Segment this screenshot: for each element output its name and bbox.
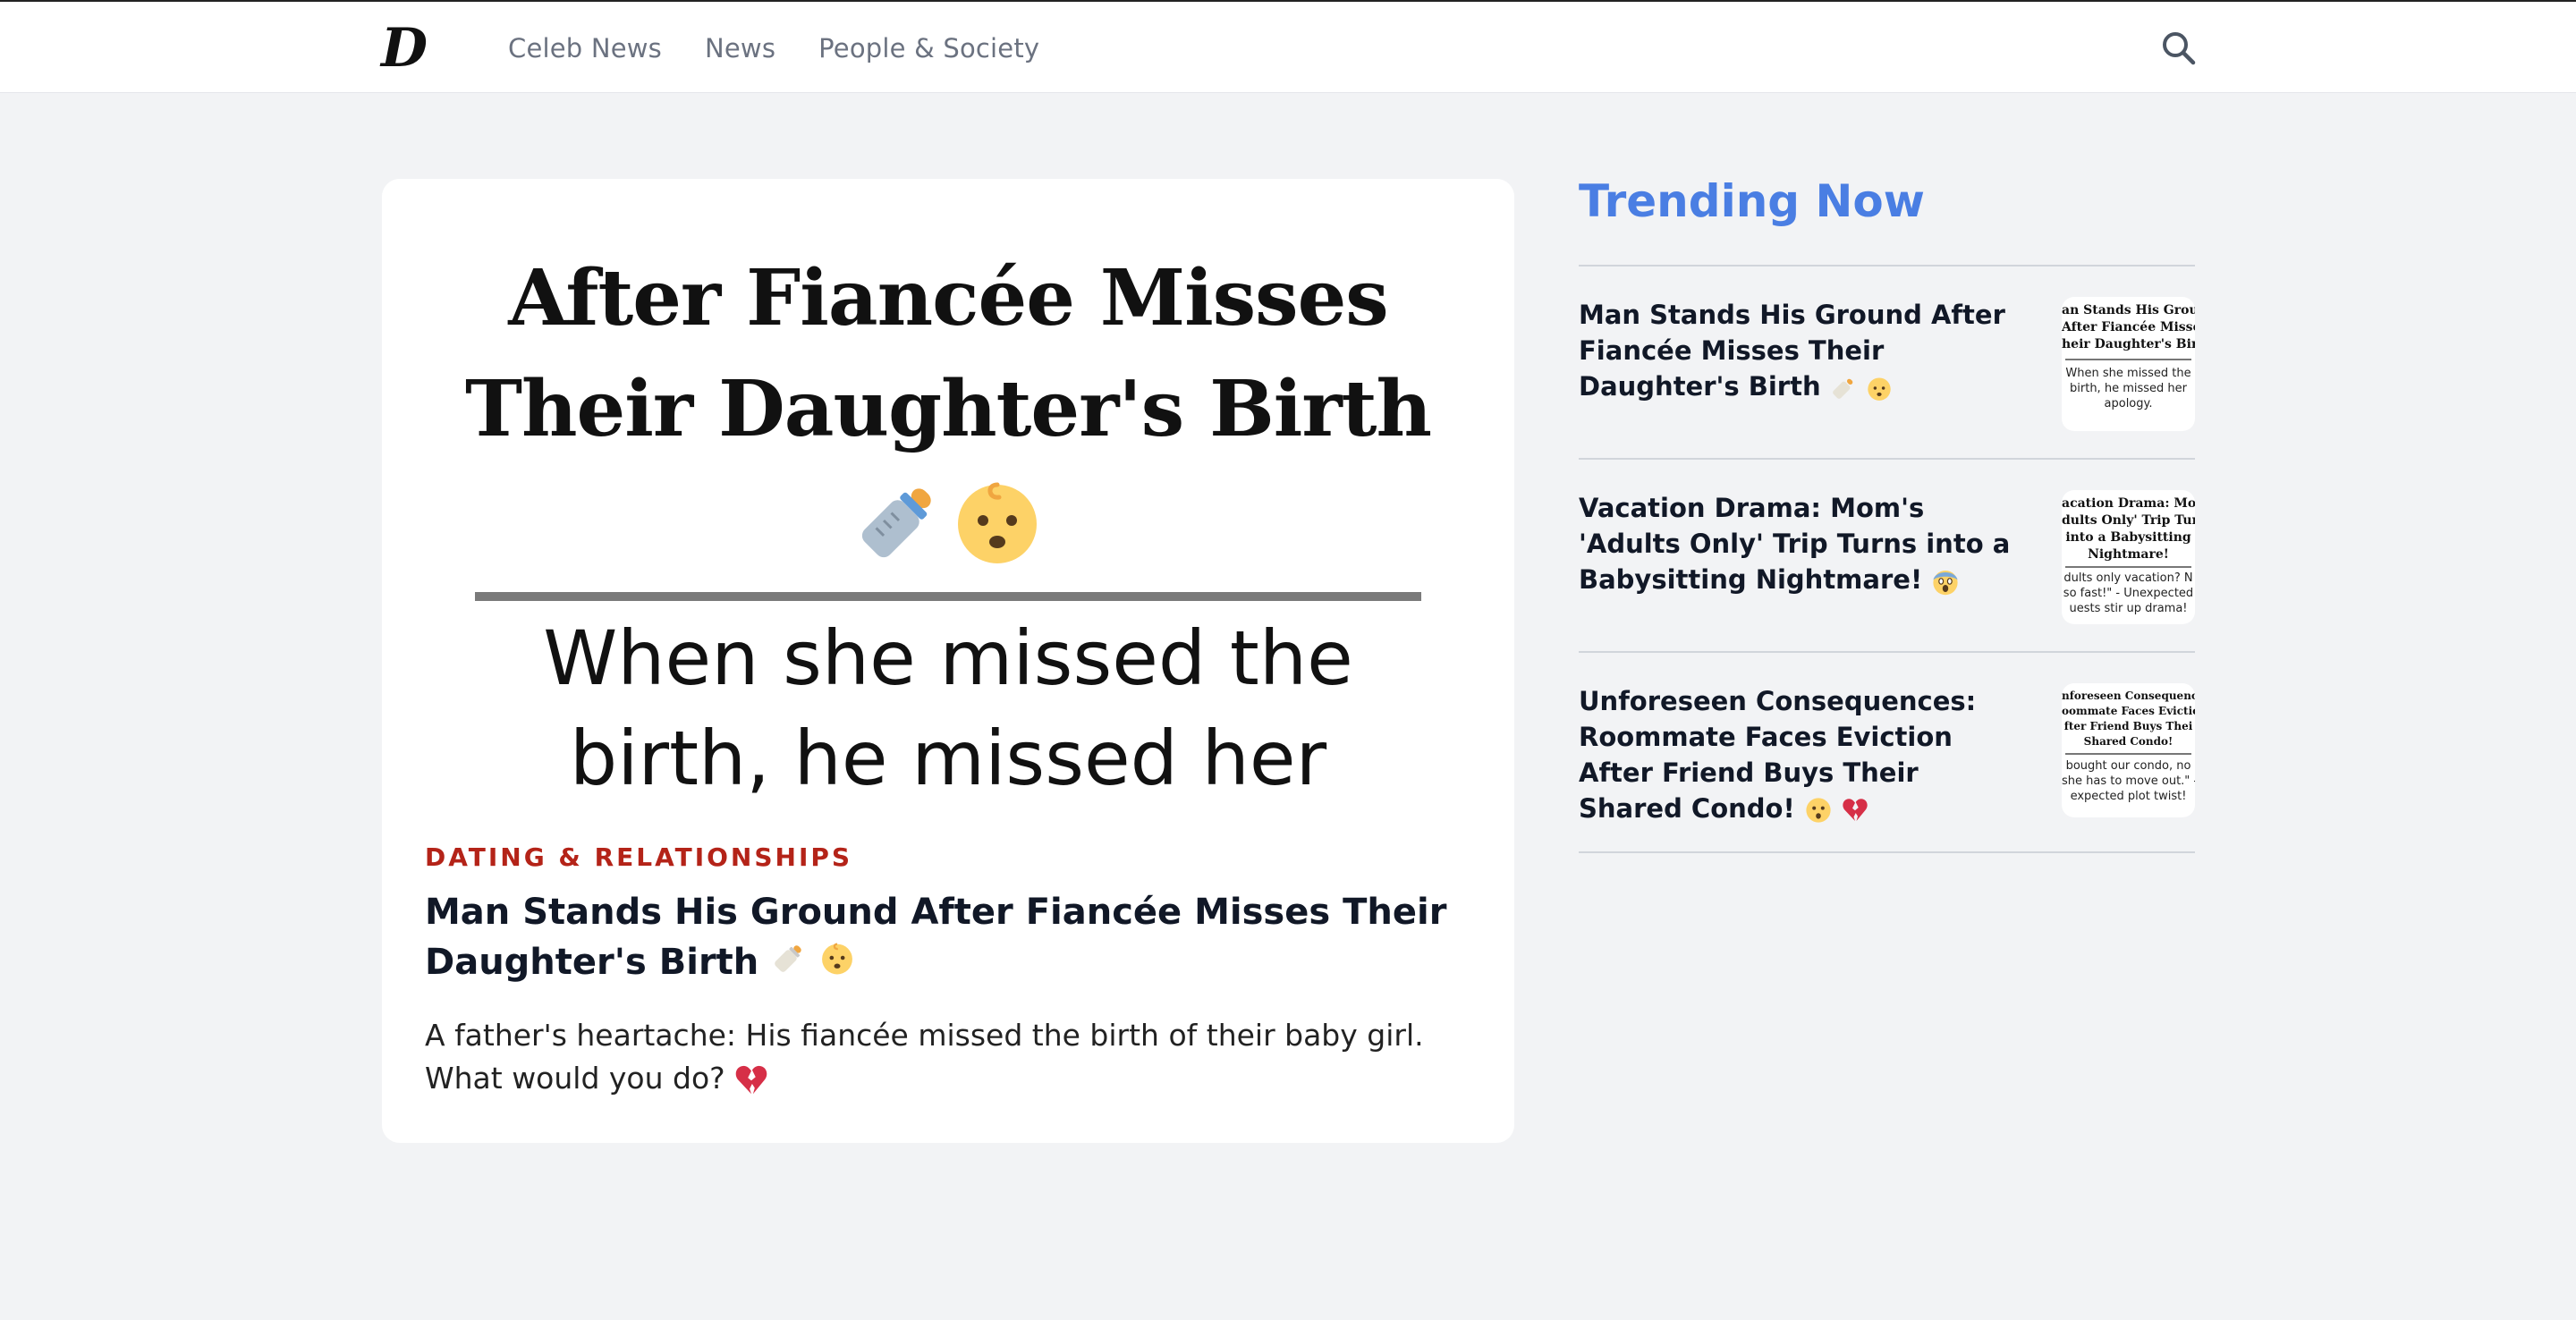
shocked-face-icon: [1806, 798, 1831, 823]
thumbnail-subtitle-line: dults only vacation? N: [2063, 571, 2193, 585]
thumbnail-title-line: oommate Faces Evictio: [2062, 705, 2195, 717]
nav-item-people-society[interactable]: People & Society: [818, 33, 1039, 63]
trending-item-text: Unforeseen Consequences: Roommate Faces …: [1579, 686, 1977, 824]
featured-article-card[interactable]: After Fiancée Misses Their Daughter's Bi…: [382, 179, 1514, 1143]
trending-item-thumbnail[interactable]: nforeseen Consequenc oommate Faces Evict…: [2062, 683, 2195, 817]
thumbnail-subtitle-line: birth, he missed her: [2070, 382, 2187, 395]
trending-item-title[interactable]: Vacation Drama: Mom's 'Adults Only' Trip…: [1579, 490, 2026, 597]
baby-bottle-icon: [1832, 378, 1853, 399]
thumbnail-subtitle: bought our condo, no she has to move out…: [2062, 758, 2195, 804]
nav-item-news[interactable]: News: [705, 33, 775, 63]
thumbnail-title: an Stands His Groun After Fiancée Misses…: [2062, 297, 2195, 353]
broken-heart-icon: [1843, 799, 1868, 821]
thumbnail-title-line: After Fiancée Misses: [2062, 320, 2195, 334]
thumbnail-title-line: into a Babysitting: [2065, 530, 2191, 545]
thumbnail-title-line: heir Daughter's Birt: [2062, 337, 2195, 351]
trending-item[interactable]: Unforeseen Consequences: Roommate Faces …: [1579, 651, 2195, 853]
thumbnail-subtitle: When she missed the birth, he missed her…: [2062, 366, 2195, 411]
broken-heart-icon: [735, 1065, 767, 1094]
baby-bottle-icon: [862, 488, 932, 558]
thumbnail-subtitle-line: apology.: [2104, 397, 2153, 410]
thumbnail-title-line: an Stands His Groun: [2062, 303, 2195, 317]
site-logo[interactable]: D: [381, 20, 428, 77]
thumbnail-title-line: Nightmare!: [2088, 547, 2169, 562]
article-category[interactable]: DATING & RELATIONSHIPS: [425, 842, 852, 872]
trending-item[interactable]: Vacation Drama: Mom's 'Adults Only' Trip…: [1579, 458, 2195, 651]
thumbnail-title-line: fter Friend Buys Thei: [2063, 720, 2193, 732]
featured-headline[interactable]: Man Stands His Ground After Fiancée Miss…: [425, 887, 1471, 989]
thumbnail-title: nforeseen Consequenc oommate Faces Evict…: [2062, 683, 2195, 749]
trending-item-text: Man Stands His Ground After Fiancée Miss…: [1579, 300, 2005, 402]
top-navigation-bar: D Celeb News News People & Society: [0, 0, 2576, 93]
trending-item[interactable]: Man Stands His Ground After Fiancée Miss…: [1579, 265, 2195, 458]
thumbnail-divider: [2065, 753, 2191, 755]
trending-item-title[interactable]: Man Stands His Ground After Fiancée Miss…: [1579, 297, 2026, 404]
featured-image-subtitle: When she missed the birth, he missed her: [543, 614, 1353, 802]
thumbnail-divider: [2065, 359, 2191, 360]
thumbnail-title-line: nforeseen Consequenc: [2062, 690, 2195, 702]
featured-image-divider: [475, 592, 1421, 601]
thumbnail-subtitle-line: so fast!" - Unexpected: [2063, 587, 2194, 600]
thumbnail-title-line: Shared Condo!: [2083, 735, 2174, 748]
main-nav: Celeb News News People & Society: [508, 2, 1039, 95]
featured-excerpt: A father's heartache: His fiancée missed…: [425, 1014, 1471, 1100]
baby-bottle-icon: [775, 945, 801, 972]
thumbnail-subtitle-line: expected plot twist!: [2070, 790, 2187, 803]
thumbnail-subtitle-line: When she missed the: [2065, 367, 2191, 380]
thumbnail-title-line: acation Drama: Mon: [2062, 496, 2195, 511]
baby-face-icon: [957, 482, 1037, 563]
thumbnail-title-line: dults Only' Trip Turi: [2062, 513, 2195, 528]
thumbnail-subtitle: dults only vacation? N so fast!" - Unexp…: [2062, 571, 2195, 616]
trending-item-title[interactable]: Unforeseen Consequences: Roommate Faces …: [1579, 683, 2026, 826]
featured-excerpt-text: A father's heartache: His fiancée missed…: [425, 1018, 1424, 1096]
featured-image-emoji: [382, 474, 1514, 572]
thumbnail-divider: [2065, 566, 2191, 568]
trending-item-thumbnail[interactable]: acation Drama: Mon dults Only' Trip Turi…: [2062, 490, 2195, 624]
trending-item-thumbnail[interactable]: an Stands His Groun After Fiancée Misses…: [2062, 297, 2195, 431]
featured-image-title: After Fiancée Misses Their Daughter's Bi…: [464, 253, 1432, 454]
thumbnail-subtitle-line: bought our condo, no: [2065, 759, 2191, 773]
trending-heading: Trending Now: [1579, 175, 1925, 227]
baby-face-icon: [1868, 377, 1891, 401]
baby-face-icon: [822, 943, 853, 975]
thumbnail-subtitle-line: she has to move out." -: [2062, 774, 2195, 788]
featured-headline-emoji: [771, 939, 855, 989]
trending-list: Man Stands His Ground After Fiancée Miss…: [1579, 265, 2195, 853]
featured-image[interactable]: After Fiancée Misses Their Daughter's Bi…: [382, 179, 1514, 805]
thumbnail-subtitle-line: uests stir up drama!: [2069, 602, 2188, 615]
search-icon: [2163, 32, 2196, 65]
featured-headline-text: Man Stands His Ground After Fiancée Miss…: [425, 892, 1447, 983]
thumbnail-title: acation Drama: Mon dults Only' Trip Turi…: [2062, 490, 2195, 563]
search-button[interactable]: [2159, 29, 2199, 68]
scream-face-icon: [1933, 571, 1958, 596]
nav-item-celeb-news[interactable]: Celeb News: [508, 33, 662, 63]
